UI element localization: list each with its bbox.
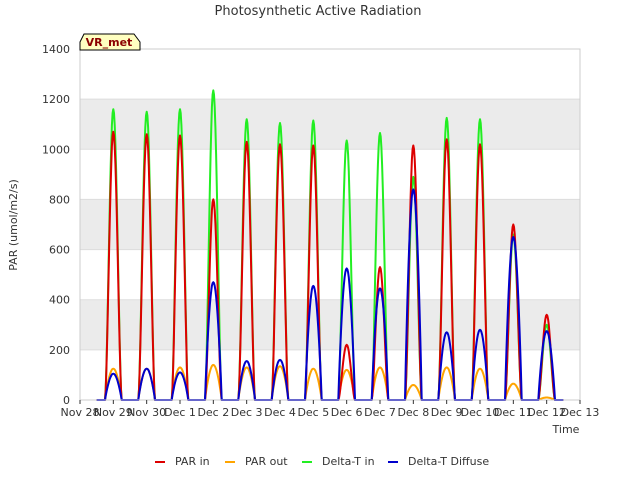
series-line-par-in (96, 130, 564, 401)
y-tick-label: 400 (49, 294, 70, 307)
vr-met-badge: VR_met (79, 33, 141, 51)
x-tick-label: Dec 7 (364, 406, 396, 419)
y-tick-label: 600 (49, 244, 70, 257)
grid-band (80, 199, 580, 250)
legend-label: PAR in (175, 455, 210, 468)
y-tick-label: 200 (49, 344, 70, 357)
x-tick-label: Dec 8 (397, 406, 429, 419)
x-tick-label: Dec 9 (431, 406, 463, 419)
par-chart: Photosynthetic Active Radiation 02004006… (7, 4, 600, 468)
y-tick-label: 1200 (42, 93, 70, 106)
chart-title: Photosynthetic Active Radiation (215, 4, 422, 19)
badge-label: VR_met (86, 36, 133, 49)
x-tick-label: Dec 4 (264, 406, 296, 419)
x-tick-label: Dec 3 (231, 406, 263, 419)
x-tick-label: Nov 30 (127, 406, 166, 419)
series-line-par-out (96, 363, 564, 401)
legend: PAR in PAR out Delta-T in Delta-T Diffuse (155, 455, 489, 468)
x-tick-label: Dec 1 (164, 406, 196, 419)
x-tick-label: Dec 5 (297, 406, 329, 419)
grid-band (80, 299, 580, 350)
legend-label: Delta-T in (322, 455, 375, 468)
legend-label: Delta-T Diffuse (408, 455, 489, 468)
y-axis-label: PAR (umol/m2/s) (7, 179, 20, 271)
x-tick-label: Dec 6 (331, 406, 363, 419)
y-tick-label: 1400 (42, 43, 70, 56)
legend-label: PAR out (245, 455, 288, 468)
grid-band (80, 99, 580, 150)
x-axis-label: Time (552, 423, 580, 436)
y-tick-label: 800 (49, 193, 70, 206)
x-tick-label: Dec 2 (197, 406, 229, 419)
x-tick-label: Dec 13 (561, 406, 600, 419)
y-tick-label: 1000 (42, 143, 70, 156)
